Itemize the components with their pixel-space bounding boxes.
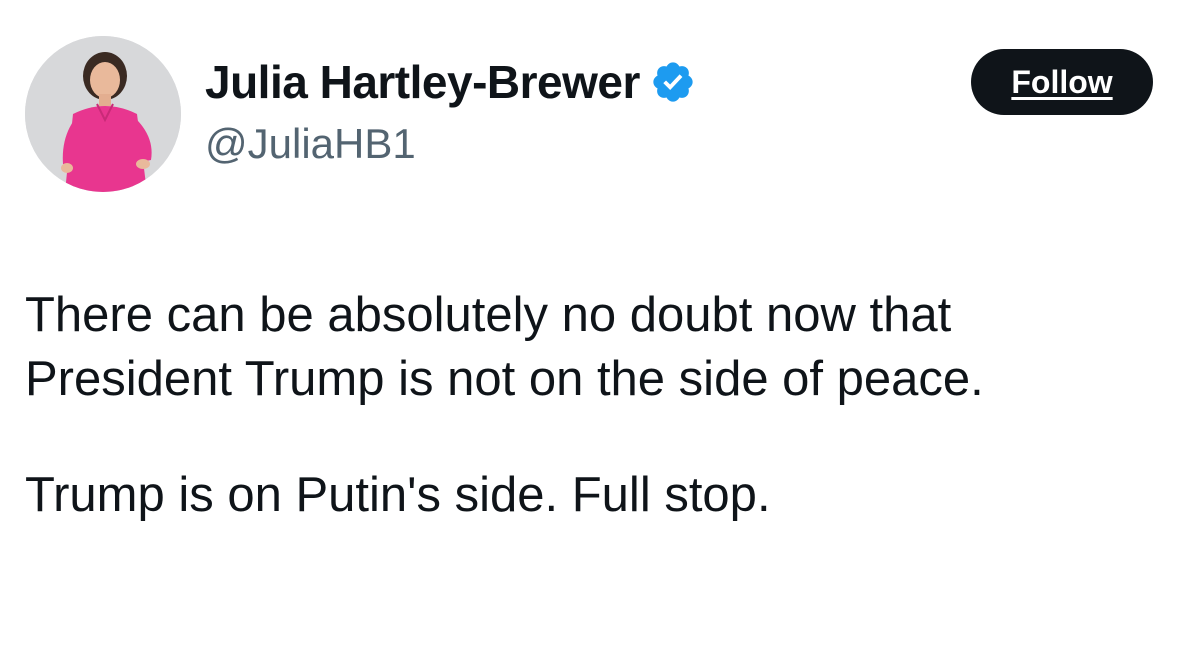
verified-badge-icon[interactable] xyxy=(650,59,696,105)
tweet-line-2: President Trump is not on the side of pe… xyxy=(25,352,984,406)
avatar[interactable] xyxy=(25,36,181,192)
author-handle[interactable]: @JuliaHB1 xyxy=(205,120,416,168)
avatar-photo xyxy=(25,36,181,192)
follow-button[interactable]: Follow xyxy=(971,49,1153,115)
display-name[interactable]: Julia Hartley-Brewer xyxy=(205,55,640,109)
tweet-text: There can be absolutely no doubt now tha… xyxy=(25,283,1195,527)
tweet-line-3: Trump is on Putin's side. Full stop. xyxy=(25,468,771,522)
author-name-row: Julia Hartley-Brewer xyxy=(205,52,696,112)
tweet-line-1: There can be absolutely no doubt now tha… xyxy=(25,288,952,342)
tweet-card: Julia Hartley-Brewer @JuliaHB1 Follow Th… xyxy=(0,0,1200,655)
